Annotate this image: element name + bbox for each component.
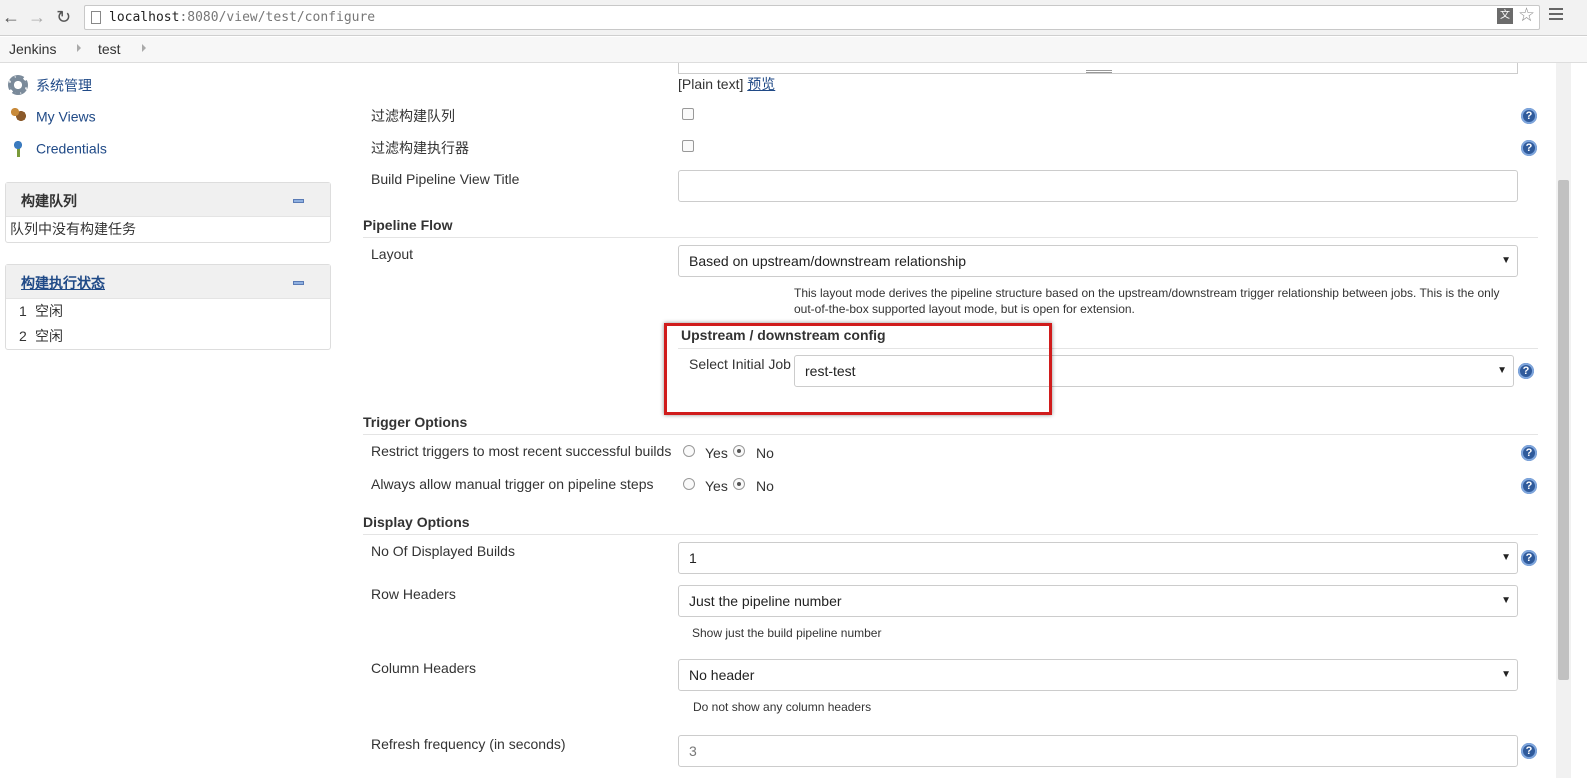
build-queue-header: 构建队列 [6, 183, 330, 217]
restrict-yes-label: Yes [705, 445, 728, 461]
row-headers-description: Show just the build pipeline number [692, 626, 882, 640]
credentials-icon [8, 138, 28, 159]
refresh-frequency-label: Refresh frequency (in seconds) [371, 736, 566, 752]
build-queue-title: 构建队列 [21, 193, 77, 209]
back-arrow-icon[interactable]: ← [2, 6, 20, 28]
dropdown-arrow-icon: ▼ [1501, 595, 1511, 606]
plain-text-label: [Plain text] [678, 76, 744, 92]
help-icon[interactable]: ? [1518, 363, 1534, 379]
row-headers-value: Just the pipeline number [689, 593, 842, 609]
filter-executors-label: 过滤构建执行器 [371, 140, 469, 156]
row-headers-label: Row Headers [371, 586, 456, 602]
sidebar-item-label: 系统管理 [36, 77, 92, 94]
filter-queue-checkbox[interactable] [682, 108, 694, 120]
reload-icon[interactable]: ↻ [56, 6, 71, 28]
restrict-no-radio[interactable] [733, 445, 745, 457]
forward-arrow-icon[interactable]: → [28, 6, 46, 28]
description-format-line: [Plain text] 预览 [678, 74, 775, 94]
url-path: :8080/view/test/configure [179, 10, 376, 25]
num-builds-value: 1 [689, 550, 697, 566]
dropdown-arrow-icon: ▼ [1501, 255, 1511, 266]
row-headers-select[interactable]: Just the pipeline number ▼ [678, 585, 1518, 617]
executor-status-title[interactable]: 构建执行状态 [21, 275, 105, 291]
browser-toolbar: ← → ↻ localhost:8080/view/test/configure… [0, 0, 1587, 36]
restrict-no-label: No [756, 445, 774, 461]
manual-no-radio[interactable] [733, 478, 745, 490]
url-host: localhost [109, 10, 180, 25]
breadcrumb-test[interactable]: test [98, 41, 121, 57]
help-icon[interactable]: ? [1521, 445, 1537, 461]
help-icon[interactable]: ? [1521, 550, 1537, 566]
pipeline-flow-title: Pipeline Flow [363, 217, 1538, 238]
filter-queue-label: 过滤构建队列 [371, 108, 455, 124]
column-headers-description: Do not show any column headers [693, 700, 872, 714]
annotation-highlight-box [664, 323, 1052, 415]
layout-description: This layout mode derives the pipeline st… [794, 286, 1500, 316]
dropdown-arrow-icon: ▼ [1497, 365, 1507, 376]
sidebar-item-credentials[interactable]: Credentials [8, 137, 107, 159]
users-icon [8, 106, 28, 127]
sidebar-item-manage[interactable]: 系统管理 [8, 74, 92, 96]
help-icon[interactable]: ? [1521, 478, 1537, 494]
gear-icon [8, 75, 28, 96]
layout-label: Layout [371, 246, 414, 262]
view-title-label: Build Pipeline View Title [371, 171, 520, 187]
manual-yes-radio[interactable] [683, 478, 695, 490]
filter-executors-checkbox[interactable] [682, 140, 694, 152]
column-headers-value: No header [689, 667, 755, 683]
executor-status: 空闲 [35, 303, 63, 319]
executor-status: 空闲 [35, 328, 63, 344]
num-builds-select[interactable]: 1 ▼ [678, 542, 1518, 574]
collapse-icon[interactable] [293, 281, 304, 285]
executor-number: 1 [19, 303, 27, 319]
resize-grip-icon[interactable] [1086, 70, 1112, 73]
manual-no-label: No [756, 478, 774, 494]
column-headers-select[interactable]: No header ▼ [678, 659, 1518, 691]
preview-link[interactable]: 预览 [747, 76, 775, 92]
layout-select[interactable]: Based on upstream/downstream relationshi… [678, 245, 1518, 277]
executor-number: 2 [19, 328, 27, 344]
executor-status-pane: 构建执行状态 1 空闲 2 空闲 [5, 264, 331, 350]
translate-icon[interactable]: 文 [1497, 8, 1513, 24]
sidebar-item-my-views[interactable]: My Views [8, 105, 96, 127]
scrollbar-thumb[interactable] [1558, 180, 1569, 680]
executor-row: 1 空闲 [6, 299, 330, 324]
breadcrumb: Jenkins test [0, 37, 1587, 63]
trigger-options-title: Trigger Options [363, 414, 1538, 435]
executor-row: 2 空闲 [6, 324, 330, 349]
breadcrumb-separator-icon[interactable] [142, 44, 146, 52]
layout-select-value: Based on upstream/downstream relationshi… [689, 253, 967, 269]
manual-trigger-label: Always allow manual trigger on pipeline … [371, 476, 654, 492]
manual-yes-label: Yes [705, 478, 728, 494]
help-icon[interactable]: ? [1521, 140, 1537, 156]
executor-status-header: 构建执行状态 [6, 265, 330, 299]
dropdown-arrow-icon: ▼ [1501, 552, 1511, 563]
restrict-triggers-label: Restrict triggers to most recent success… [371, 443, 672, 459]
sidebar-item-label: Credentials [36, 140, 107, 157]
page-icon [91, 11, 101, 24]
menu-icon[interactable] [1549, 8, 1563, 23]
address-bar[interactable]: localhost:8080/view/test/configure [84, 5, 1540, 30]
sidebar-item-label: My Views [36, 108, 96, 125]
bookmark-star-icon[interactable]: ☆ [1518, 4, 1535, 27]
breadcrumb-jenkins[interactable]: Jenkins [9, 41, 56, 57]
build-queue-empty: 队列中没有构建任务 [10, 221, 136, 237]
refresh-frequency-input[interactable] [678, 735, 1518, 767]
build-queue-pane: 构建队列 队列中没有构建任务 [5, 182, 331, 243]
column-headers-label: Column Headers [371, 660, 477, 676]
help-icon[interactable]: ? [1521, 743, 1537, 759]
breadcrumb-separator-icon[interactable] [77, 44, 81, 52]
help-icon[interactable]: ? [1521, 108, 1537, 124]
num-builds-label: No Of Displayed Builds [371, 543, 515, 559]
dropdown-arrow-icon: ▼ [1501, 669, 1511, 680]
display-options-title: Display Options [363, 514, 1538, 535]
restrict-yes-radio[interactable] [683, 445, 695, 457]
view-title-input[interactable] [678, 170, 1518, 202]
collapse-icon[interactable] [293, 199, 304, 203]
